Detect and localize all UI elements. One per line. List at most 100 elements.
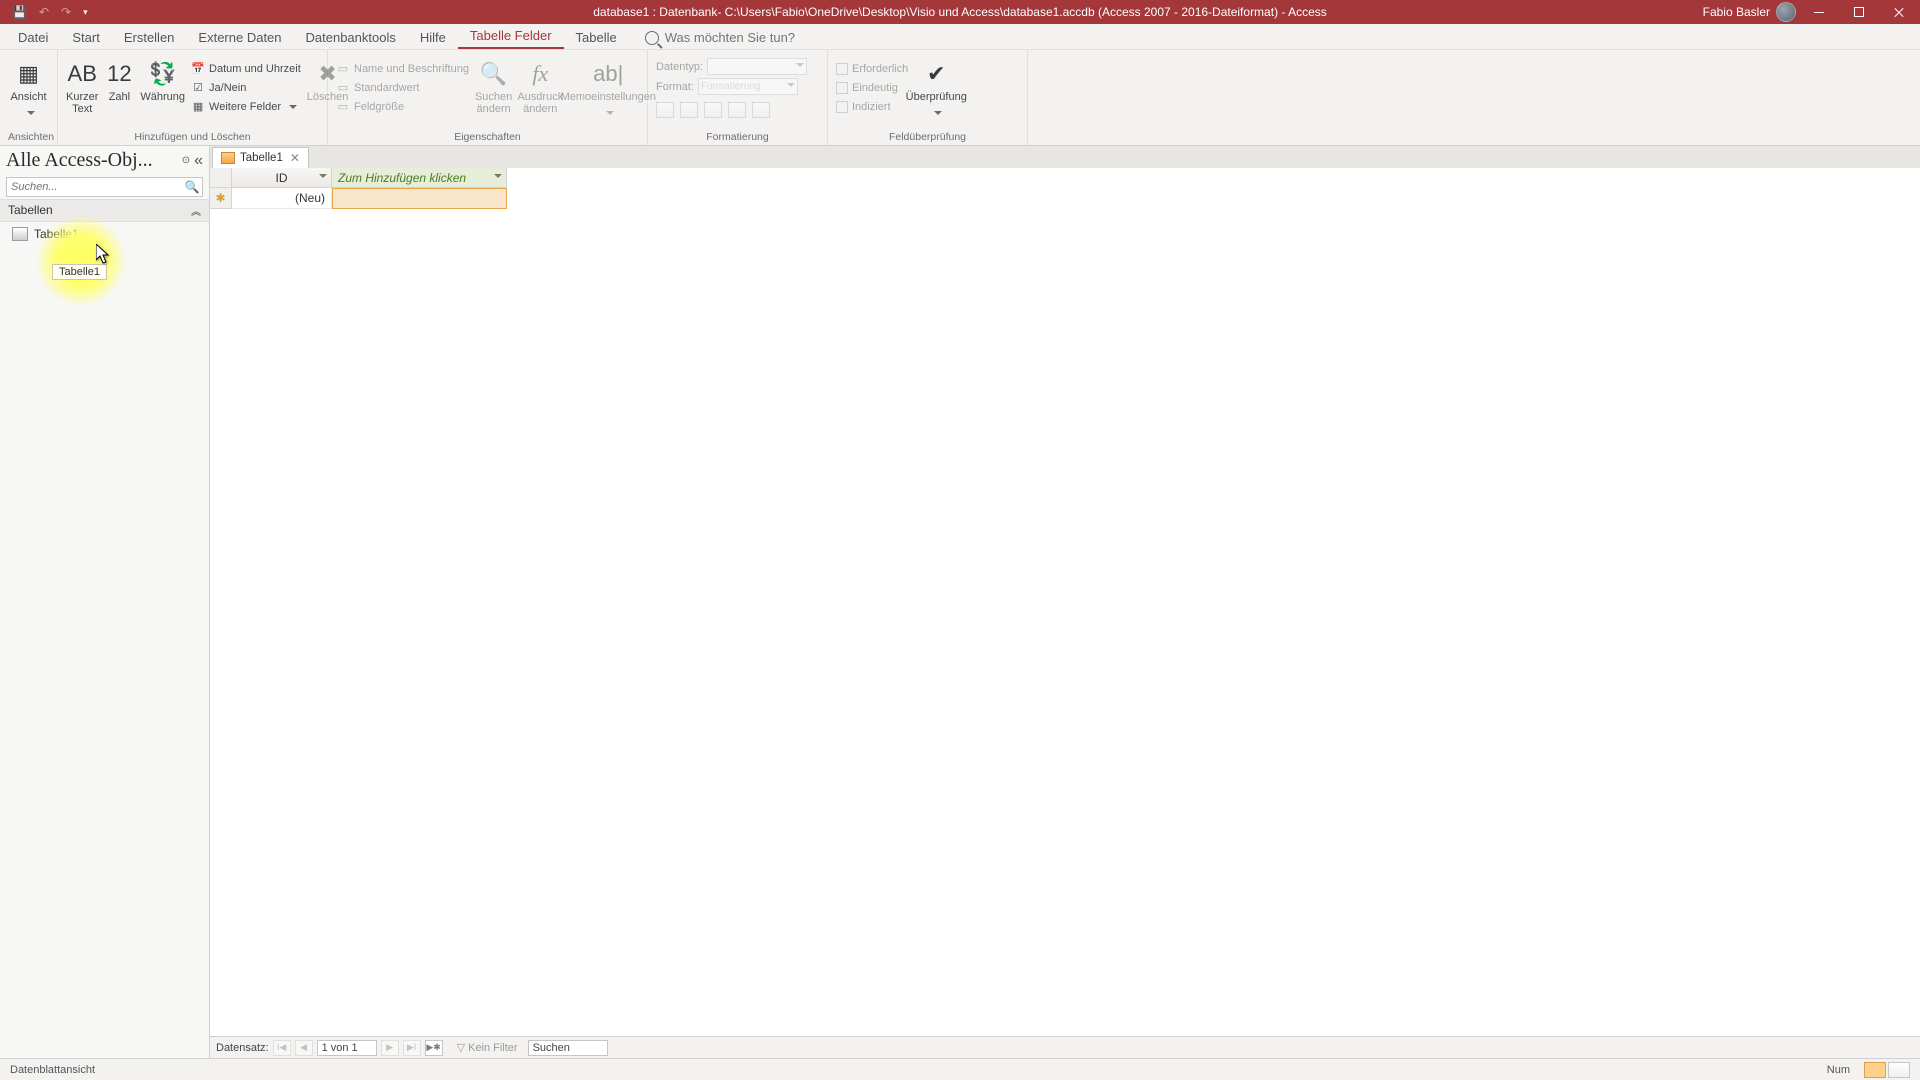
lookup-icon: 🔍 [479,60,509,88]
indiziert-check: Indiziert [836,98,908,115]
record-position[interactable]: 1 von 1 [317,1040,377,1056]
calendar-icon: 📅 [191,62,205,76]
chevron-down-icon[interactable] [494,174,502,182]
memo-button: ab| Memoeinstellungen [568,58,648,120]
eindeutig-check: Eindeutig [836,79,908,96]
comma-format-icon [704,102,722,118]
standardwert-button: ▭ Standardwert [336,79,469,96]
group-ansichten: ▦ Ansicht Ansichten [0,50,58,145]
undo-icon[interactable]: ↶ [39,5,49,19]
document-tab-label: Tabelle1 [240,152,283,164]
tab-erstellen[interactable]: Erstellen [112,26,187,49]
close-tab-icon[interactable]: ✕ [288,151,300,165]
save-icon[interactable]: 💾 [12,5,27,19]
new-record-button[interactable]: ▶✱ [425,1040,443,1056]
collapse-group-icon[interactable]: ︽ [191,203,201,218]
user-name[interactable]: Fabio Basler [1703,5,1770,19]
feldgroesse-button: ▭Feldgröße [336,98,469,115]
tab-externe-daten[interactable]: Externe Daten [186,26,293,49]
column-header-id[interactable]: ID [232,168,332,188]
table-icon [12,227,28,241]
ueberpruefung-label: Überprüfung [906,91,967,103]
document-tab-tabelle1[interactable]: Tabelle1 ✕ [212,147,309,168]
kurzer-text-button[interactable]: AB Kurzer Text [66,58,98,115]
tab-tabelle-felder[interactable]: Tabelle Felder [458,24,564,49]
prev-record-button: ◀ [295,1040,313,1056]
minimize-button[interactable] [1802,0,1836,24]
ansicht-label: Ansicht [10,91,46,103]
zahl-button[interactable]: 12 Zahl [104,58,134,103]
tab-datei[interactable]: Datei [6,26,60,49]
feldgroesse-label: Feldgröße [354,101,404,113]
decrease-decimal-icon [752,102,770,118]
janein-button[interactable]: ☑Ja/Nein [191,79,301,96]
memo-icon: ab| [593,60,623,88]
tab-datenbanktools[interactable]: Datenbanktools [294,26,408,49]
tab-start[interactable]: Start [60,26,111,49]
chevron-down-icon [930,106,942,120]
navpane-dropdown-icon[interactable]: ⊙ [182,155,190,166]
search-icon[interactable]: 🔍 [182,178,202,196]
format-field: Format:Formatierung [656,78,798,95]
last-record-button: ▶I [403,1040,421,1056]
weitere-label: Weitere Felder [209,101,281,113]
datasheet-view-button[interactable] [1864,1062,1886,1078]
janein-label: Ja/Nein [209,82,246,94]
chevron-down-icon[interactable] [319,174,327,182]
document-area: Tabelle1 ✕ ID Zum Hinzufügen klicken ✱ (… [210,146,1920,1058]
group-hinzufuegen: AB Kurzer Text 12 Zahl 💱 Währung 📅 Datum … [58,50,328,145]
title-bar: 💾 ↶ ↷ ▾ database1 : Datenbank- C:\Users\… [0,0,1920,24]
chevron-down-icon [787,83,795,91]
qa-dropdown-icon[interactable]: ▾ [83,7,88,18]
mouse-cursor [96,244,112,266]
indiziert-label: Indiziert [852,101,891,113]
avatar[interactable] [1776,2,1796,22]
navpane-search-input[interactable] [7,178,182,196]
number-icon: 12 [104,60,134,88]
navpane-group-tabellen[interactable]: Tabellen ︽ [0,199,209,222]
navpane-search[interactable]: 🔍 [6,177,203,197]
grid-icon: ▦ [191,100,205,114]
navpane-item-tabelle1[interactable]: Tabelle1 [4,224,205,244]
erforderlich-check: Erforderlich [836,60,908,77]
name-beschriftung-button: ▭Name und Beschriftung [336,60,469,77]
maximize-button[interactable] [1842,0,1876,24]
column-add-label: Zum Hinzufügen klicken [338,171,466,185]
waehrung-button[interactable]: 💱 Währung [140,58,185,103]
weitere-felder-button[interactable]: ▦ Weitere Felder [191,98,301,115]
ansicht-button[interactable]: ▦ Ansicht [8,58,49,120]
datum-button[interactable]: 📅 Datum und Uhrzeit [191,60,301,77]
cell-add-new[interactable] [332,188,507,209]
select-all-corner[interactable] [210,168,232,188]
default-icon: ▭ [336,81,350,95]
navpane-collapse-icon[interactable]: « [194,152,203,170]
memo-label: Memoeinstellungen [561,91,656,103]
format-placeholder: Formatierung [701,81,787,92]
filter-icon: ▽ [457,1041,465,1054]
view-icon: ▦ [14,60,44,88]
datasheet-grid[interactable]: ID Zum Hinzufügen klicken ✱ (Neu) [210,168,1920,1036]
close-button[interactable] [1882,0,1916,24]
cell-id-new[interactable]: (Neu) [232,188,332,209]
row-selector-new[interactable]: ✱ [210,188,232,209]
waehrung-label: Währung [140,91,185,103]
erforderlich-label: Erforderlich [852,63,908,75]
redo-icon[interactable]: ↷ [61,5,71,19]
kurzer-text-label: Kurzer Text [66,91,98,115]
standard-label: Standardwert [354,82,419,94]
design-view-button[interactable] [1888,1062,1910,1078]
currency-format-icon [656,102,674,118]
datum-label: Datum und Uhrzeit [209,63,301,75]
tell-me-input[interactable] [665,30,845,45]
tab-tabelle[interactable]: Tabelle [564,26,629,49]
navpane-group-label: Tabellen [8,203,53,218]
main-area: Alle Access-Obj... ⊙ « 🔍 Tabellen ︽ Tabe… [0,146,1920,1058]
tab-hilfe[interactable]: Hilfe [408,26,458,49]
ueberpruefung-button[interactable]: ✔ Überprüfung [914,58,958,120]
column-header-add[interactable]: Zum Hinzufügen klicken [332,168,507,188]
navpane-title[interactable]: Alle Access-Obj... [6,149,178,172]
tell-me[interactable] [645,30,845,49]
record-search-input[interactable]: Suchen [528,1040,608,1056]
fx-icon: fx [525,60,555,88]
group-label-eigenschaften: Eigenschaften [336,129,639,145]
